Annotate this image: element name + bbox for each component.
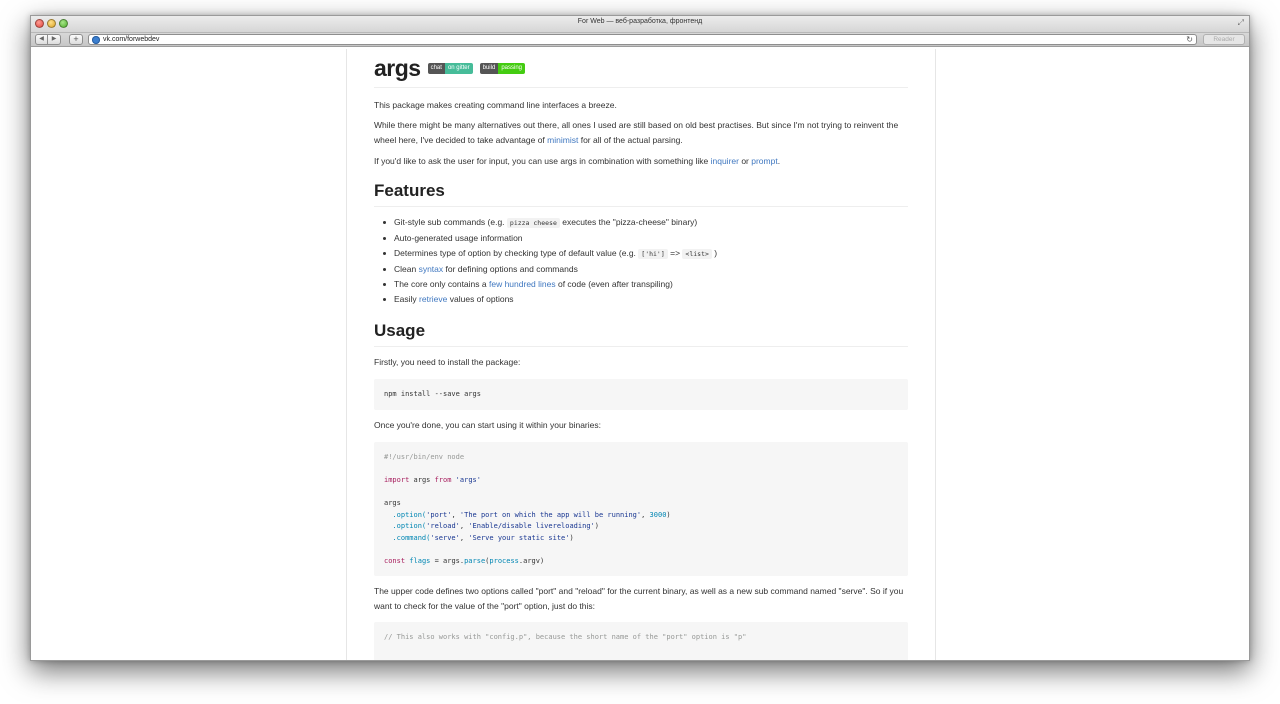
list-item: Git-style sub commands (e.g. pizza chees… [374,215,908,231]
badge-value: on gitter [444,62,473,74]
usage-paragraph: Once you're done, you can start using it… [374,420,601,430]
back-button[interactable]: ◀ [35,34,48,45]
title-bar: For Web — веб-разработка, фронтенд ⤢ [31,16,1249,33]
code-token: flags [409,556,431,565]
retrieve-link[interactable]: retrieve [419,294,447,304]
code-token: 'serve' [430,533,460,542]
prompt-link[interactable]: prompt [751,156,777,166]
window-title: For Web — веб-разработка, фронтенд [577,18,703,25]
code-token: 'Serve your static site' [468,533,570,542]
install-code-block[interactable]: npm install --save args [374,379,908,410]
code-token: args [409,476,435,484]
fullscreen-icon[interactable]: ⤢ [1238,18,1244,28]
code-token: args [384,499,401,507]
alternatives-paragraph: While there might be many alternatives o… [374,118,908,148]
intro-paragraph: This package makes creating command line… [374,100,617,110]
code-token: 'port' [426,510,452,519]
usage-code-block[interactable]: #!/usr/bin/env node import args from 'ar… [374,442,908,576]
usage-heading: Usage [374,321,908,347]
code-token: import [384,476,410,484]
text-span: Easily [394,294,420,304]
text-span: Determines type of option by checking ty… [394,248,639,258]
text-span: or [738,156,752,166]
list-item: Easily retrieve values of options [374,292,908,307]
code-token: parse [464,556,486,565]
code-token: 'reload' [426,522,460,530]
code-token: = args. [430,556,465,565]
check-option-code-block[interactable]: // This also works with "config.p", beca… [374,622,908,660]
features-list: Git-style sub commands (e.g. pizza chees… [374,215,908,307]
text-span: for defining options and commands [443,264,578,274]
text-span: Clean [394,264,419,274]
code-token: .command( [384,533,431,542]
inline-code: ['hi'] [638,249,668,259]
code-token: // This also works with "config.p", beca… [384,633,747,641]
list-item: Determines type of option by checking ty… [374,246,908,262]
text-span: values of options [447,294,514,304]
content-left-border [346,49,347,660]
code-token: #!/usr/bin/env node [384,453,465,461]
code-token: .option( [384,510,427,519]
browser-window: For Web — веб-разработка, фронтенд ⤢ ◀ ▶… [30,15,1250,661]
options-explanation-paragraph: The upper code defines two options calle… [374,586,904,611]
reader-button[interactable]: Reader [1203,34,1245,45]
text-span: Git-style sub commands (e.g. [394,217,507,227]
text-span: The core only contains a [394,279,489,289]
list-item: Auto-generated usage information [374,231,908,246]
badge-value: passing [498,62,525,74]
page-viewport[interactable]: args chat on gitter build passing This p… [31,49,1249,660]
badge-label: build [479,62,499,74]
history-nav: ◀ ▶ [35,34,61,45]
minimist-link[interactable]: minimist [547,135,578,145]
list-item: The core only contains a few hundred lin… [374,277,908,292]
features-heading: Features [374,181,908,207]
readme-content: args chat on gitter build passing This p… [374,49,908,660]
text-span: executes the "pizza-cheese" binary) [559,217,698,227]
url-text: vk.com/forwebdev [103,36,160,43]
globe-icon [92,35,100,44]
list-item: Clean syntax for defining options and co… [374,262,908,277]
inline-code: pizza cheese [506,218,560,228]
page-title: args [374,54,421,81]
gitter-badge[interactable]: chat on gitter [427,62,473,74]
inline-code: <list> [682,249,712,259]
syntax-link[interactable]: syntax [419,264,444,274]
code-token: 'Enable/disable livereloading' [468,522,595,530]
code-token: .option( [384,522,427,530]
text-span: for all of the actual parsing. [578,135,683,145]
code-token: 'args' [455,476,481,484]
title-row: args chat on gitter build passing [374,54,908,88]
address-bar[interactable]: vk.com/forwebdev ↻ [88,34,1197,45]
code-token: .argv) [518,556,545,565]
few-hundred-lines-link[interactable]: few hundred lines [489,279,556,289]
content-right-border [935,49,936,660]
reload-icon[interactable]: ↻ [1186,35,1193,45]
add-bookmark-button[interactable]: + [69,34,83,45]
input-paragraph: If you'd like to ask the user for input,… [374,154,908,169]
code-token: process [489,556,519,565]
browser-toolbar: ◀ ▶ + vk.com/forwebdev ↻ Reader [31,33,1249,47]
code-token: 'The port on which the app will be runni… [459,510,642,519]
badge-label: chat [427,62,445,74]
forward-button[interactable]: ▶ [48,34,61,45]
build-badge[interactable]: build passing [479,62,525,74]
text-span: . [777,156,781,166]
text-span: If you'd like to ask the user for input,… [374,156,711,166]
text-span: of code (even after transpiling) [555,279,673,289]
install-paragraph: Firstly, you need to install the package… [374,357,521,367]
code-token: 3000 [649,510,667,519]
code-token: const [384,556,406,565]
code-token: from [434,476,452,484]
inquirer-link[interactable]: inquirer [711,156,739,166]
text-span: => [667,248,683,258]
text-span: ) [711,248,718,258]
